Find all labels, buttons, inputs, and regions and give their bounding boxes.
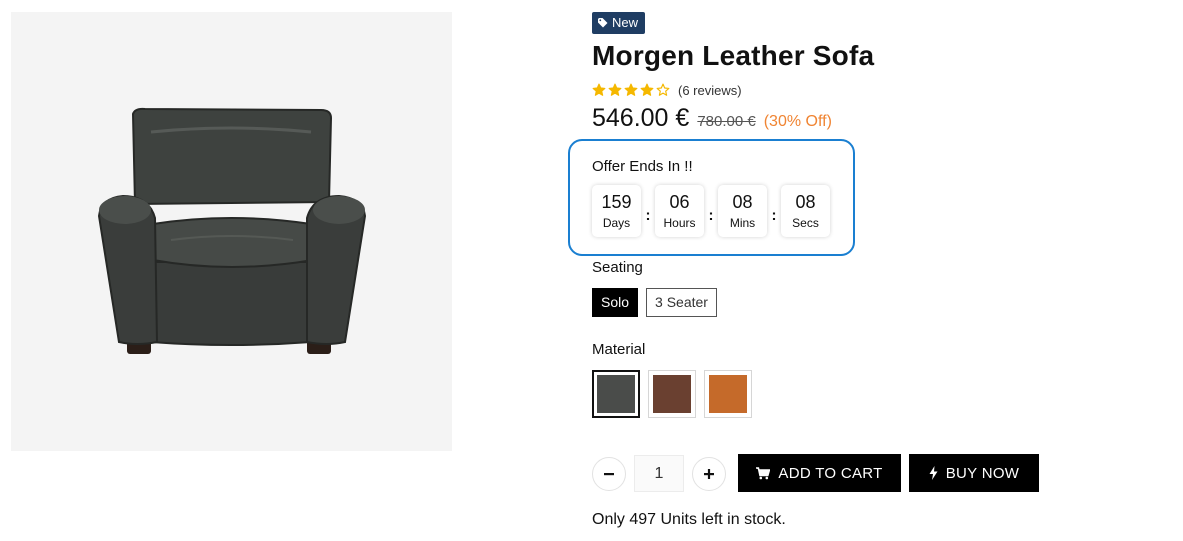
timer-days: 159 Days: [592, 185, 641, 237]
decrease-quantity-button[interactable]: [592, 456, 626, 491]
product-title: Morgen Leather Sofa: [592, 40, 875, 71]
stock-status: Only 497 Units left in stock.: [592, 511, 786, 528]
reviews-link[interactable]: (6 reviews): [678, 83, 742, 98]
timer-separator: :: [645, 206, 651, 224]
timer-secs: 08 Secs: [781, 185, 830, 237]
timer-mins-unit: Mins: [729, 216, 756, 230]
seating-option-solo[interactable]: Solo: [592, 288, 639, 317]
offer-title: Offer Ends In !!: [592, 158, 693, 175]
timer-hours: 06 Hours: [655, 185, 704, 237]
timer-mins-value: 08: [732, 192, 753, 212]
timer-mins: 08 Mins: [718, 185, 767, 237]
quantity-stepper: 1: [592, 455, 726, 492]
material-swatches: [592, 370, 752, 418]
product-rating[interactable]: (6 reviews): [592, 81, 742, 99]
rating-stars: [592, 83, 670, 97]
current-price: 546.00 €: [592, 104, 690, 132]
add-to-cart-button[interactable]: ADD TO CART: [738, 454, 901, 492]
material-swatch-brown[interactable]: [648, 370, 696, 418]
tag-icon: [598, 18, 608, 28]
seating-option-3-seater[interactable]: 3 Seater: [646, 288, 717, 317]
armchair-image: [97, 107, 367, 354]
material-swatch-tan[interactable]: [704, 370, 752, 418]
add-to-cart-label: ADD TO CART: [778, 464, 883, 482]
timer-hours-value: 06: [669, 192, 690, 212]
material-swatch-dark-grey[interactable]: [592, 370, 640, 418]
material-label: Material: [592, 341, 646, 358]
price-row: 546.00 € 780.00 € (30% Off): [592, 104, 832, 133]
countdown-timer: 159 Days : 06 Hours : 08 Mins : 08 Secs: [592, 185, 830, 237]
badge-label: New: [612, 15, 639, 30]
product-image-panel: [11, 12, 452, 451]
timer-secs-value: 08: [795, 192, 816, 212]
plus-icon: [704, 468, 714, 479]
buy-now-label: BUY NOW: [945, 464, 1020, 482]
star-empty-icon: [656, 83, 670, 96]
swatch-color: [653, 375, 691, 413]
timer-hours-unit: Hours: [663, 216, 696, 230]
swatch-color: [597, 375, 635, 413]
increase-quantity-button[interactable]: [692, 456, 726, 491]
star-filled-icon: [640, 83, 654, 96]
timer-separator: :: [708, 206, 714, 224]
swatch-color: [709, 375, 747, 413]
seating-label: Seating: [592, 259, 643, 276]
new-badge: New: [592, 12, 646, 34]
cart-icon: [756, 466, 771, 479]
star-filled-icon: [624, 83, 638, 96]
minus-icon: [604, 472, 614, 475]
star-filled-icon: [592, 83, 606, 96]
timer-days-unit: Days: [602, 216, 631, 230]
timer-secs-unit: Secs: [792, 216, 819, 230]
offer-countdown: Offer Ends In !! 159 Days : 06 Hours : 0…: [568, 139, 855, 256]
buy-now-button[interactable]: BUY NOW: [909, 454, 1039, 492]
original-price: 780.00 €: [697, 113, 756, 130]
discount-label: (30% Off): [763, 113, 832, 130]
star-filled-icon: [608, 83, 622, 96]
timer-separator: :: [771, 206, 777, 224]
lightning-icon: [929, 466, 938, 480]
timer-days-value: 159: [601, 192, 632, 212]
seating-options: Solo 3 Seater: [592, 288, 717, 317]
quantity-input[interactable]: 1: [634, 455, 684, 492]
